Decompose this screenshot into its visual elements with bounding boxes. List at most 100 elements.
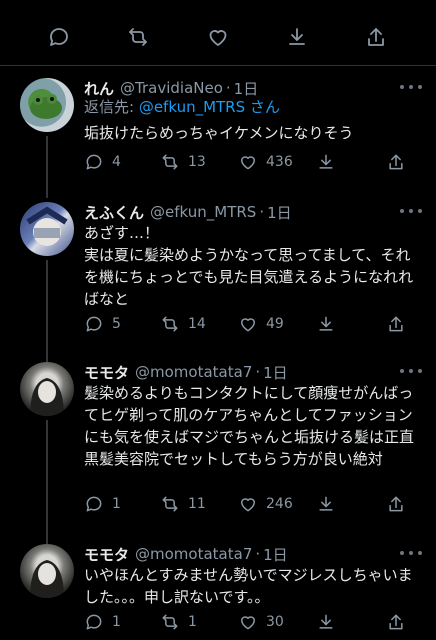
like-icon: [241, 156, 255, 170]
retweet-count: 1: [188, 614, 197, 630]
separator-dot: ·: [225, 79, 231, 97]
reply-tweet[interactable]: モモタ @momotatata7 · 1日 髪染めるよりもコンタクトにして顔痩せ…: [0, 360, 436, 546]
like-button[interactable]: 49: [238, 312, 284, 336]
user-handle[interactable]: @TravidiaNeo: [120, 79, 223, 97]
share-icon: [389, 154, 403, 170]
more-options-icon[interactable]: [400, 80, 422, 94]
share-button[interactable]: [386, 312, 406, 336]
display-name[interactable]: えふくん: [84, 202, 144, 223]
avatar[interactable]: [20, 202, 74, 256]
user-handle[interactable]: @momotatata7: [135, 363, 252, 381]
like-icon: [241, 498, 255, 512]
reply-mention-link[interactable]: @efkun_MTRS: [139, 98, 245, 116]
bookmark-button[interactable]: [316, 312, 336, 336]
retweet-icon: [162, 154, 178, 170]
timestamp[interactable]: 1日: [263, 362, 288, 383]
thread-line: [46, 420, 48, 546]
bookmark-icon[interactable]: [284, 24, 310, 50]
user-handle[interactable]: @efkun_MTRS: [150, 203, 256, 221]
reply-icon[interactable]: [46, 24, 72, 50]
tweet-text: 垢抜けたらめっちゃイケメンになりそう: [84, 124, 354, 142]
avatar-character-image: [26, 206, 68, 246]
reply-button[interactable]: 5: [84, 312, 121, 336]
like-count: 246: [266, 496, 293, 512]
retweet-button[interactable]: 1: [160, 610, 197, 634]
retweet-count: 13: [188, 154, 206, 170]
timestamp[interactable]: 1日: [263, 544, 288, 565]
display-name[interactable]: モモタ: [84, 544, 129, 565]
retweet-button[interactable]: 13: [160, 150, 206, 174]
avatar[interactable]: [20, 78, 74, 132]
more-options-icon[interactable]: [400, 204, 422, 218]
avatar[interactable]: [20, 544, 74, 598]
bookmark-icon: [319, 316, 333, 331]
like-icon: [241, 616, 255, 630]
bookmark-icon: [319, 614, 333, 629]
tweet-actions: 1 1 30: [84, 610, 424, 634]
focused-tweet-action-bar: [0, 0, 436, 66]
tweet-header: えふくん @efkun_MTRS · 1日: [84, 200, 422, 224]
retweet-button[interactable]: 11: [160, 492, 206, 516]
share-button[interactable]: [386, 610, 406, 634]
like-button[interactable]: 246: [238, 492, 293, 516]
avatar[interactable]: [20, 362, 74, 416]
like-icon: [241, 318, 255, 332]
retweet-icon[interactable]: [125, 24, 151, 50]
reply-icon: [86, 154, 102, 170]
retweet-icon: [162, 614, 178, 630]
display-name[interactable]: モモタ: [84, 362, 129, 383]
thread-line: [46, 136, 48, 198]
tweet-header: モモタ @momotatata7 · 1日: [84, 542, 422, 566]
tweet-text: あざす…！ 実は夏に髪染めようかなって思ってまして、それを機にちょっとでも見た目…: [84, 224, 414, 308]
like-button[interactable]: 436: [238, 150, 293, 174]
reply-count: 4: [112, 154, 121, 170]
reply-tweet[interactable]: れん @TravidiaNeo · 1日 返信先: @efkun_MTRS さん…: [0, 76, 436, 198]
bookmark-button[interactable]: [316, 492, 336, 516]
tweet-actions: 4 13 436: [84, 150, 424, 174]
like-count: 30: [266, 614, 284, 630]
replying-to: 返信先: @efkun_MTRS さん: [84, 96, 280, 117]
reply-button[interactable]: 1: [84, 492, 121, 516]
reply-prefix: 返信先:: [84, 98, 139, 116]
reply-icon: [86, 614, 102, 630]
like-button[interactable]: 30: [238, 610, 284, 634]
like-count: 436: [266, 154, 293, 170]
tweet-actions: 5 14 49: [84, 312, 424, 336]
thread-line: [46, 260, 48, 366]
avatar-frog-image: [30, 94, 62, 119]
retweet-count: 14: [188, 316, 206, 332]
share-icon: [389, 614, 403, 630]
tweet-header: モモタ @momotatata7 · 1日: [84, 360, 422, 384]
bookmark-button[interactable]: [316, 150, 336, 174]
reply-count: 1: [112, 496, 121, 512]
more-options-icon[interactable]: [400, 546, 422, 560]
user-handle[interactable]: @momotatata7: [135, 545, 252, 563]
reply-icon: [86, 316, 102, 332]
timestamp[interactable]: 1日: [267, 202, 292, 223]
separator-dot: ·: [255, 545, 261, 563]
retweet-button[interactable]: 14: [160, 312, 206, 336]
tweet-text: いやほんとすみません勢いでマジレスしちゃいました。。。申し訳ないです。。: [84, 566, 413, 606]
reply-count: 5: [112, 316, 121, 332]
separator-dot: ·: [255, 363, 261, 381]
retweet-count: 11: [188, 496, 206, 512]
retweet-icon: [162, 496, 178, 512]
reply-tweet[interactable]: えふくん @efkun_MTRS · 1日 あざす…！ 実は夏に髪染めようかなっ…: [0, 200, 436, 366]
more-options-icon[interactable]: [400, 364, 422, 378]
separator-dot: ·: [259, 203, 265, 221]
reply-button[interactable]: 1: [84, 610, 121, 634]
like-icon[interactable]: [205, 24, 231, 50]
retweet-icon: [162, 316, 178, 332]
reply-suffix: さん: [245, 98, 280, 116]
reply-button[interactable]: 4: [84, 150, 121, 174]
bookmark-button[interactable]: [316, 610, 336, 634]
avatar-person-image: [30, 378, 64, 416]
reply-count: 1: [112, 614, 121, 630]
bookmark-icon: [319, 154, 333, 169]
share-button[interactable]: [386, 492, 406, 516]
reply-tweet[interactable]: モモタ @momotatata7 · 1日 いやほんとすみません勢いでマジレスし…: [0, 542, 436, 640]
avatar-person-image: [30, 560, 64, 598]
share-button[interactable]: [386, 150, 406, 174]
like-count: 49: [266, 316, 284, 332]
share-icon[interactable]: [363, 24, 389, 50]
